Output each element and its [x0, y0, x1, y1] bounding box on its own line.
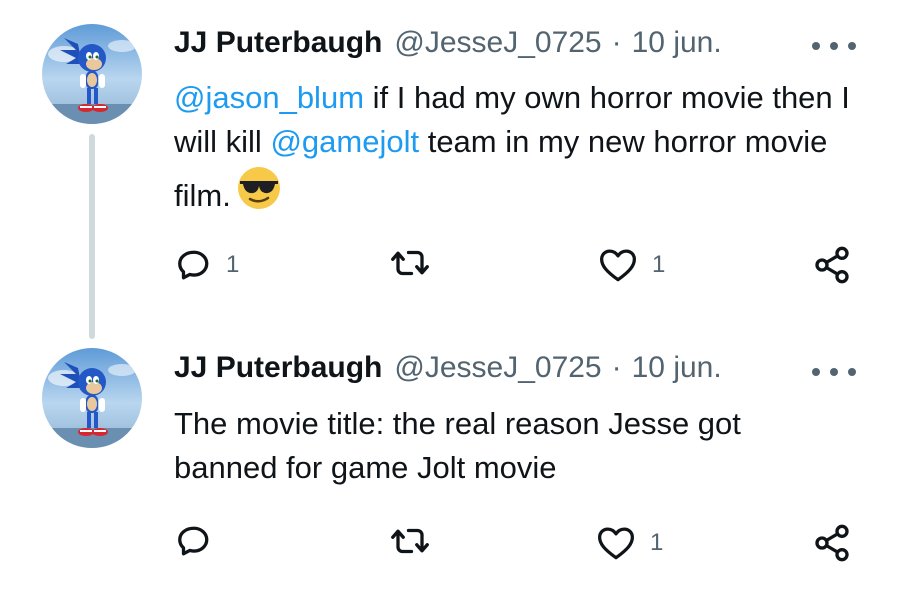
tweet-text: @jason_blum if I had my own horror movie… — [174, 76, 874, 224]
heart-icon — [600, 249, 636, 282]
reply-icon — [178, 250, 209, 280]
reply-icon — [178, 526, 209, 556]
sunglasses-emoji-icon — [235, 164, 283, 224]
heart-icon — [598, 527, 634, 560]
tweet-actions: 1 — [0, 523, 900, 563]
more-icon[interactable] — [812, 34, 856, 58]
author-handle[interactable]: @JesseJ_0725 — [394, 23, 601, 63]
retweet-button[interactable] — [390, 245, 430, 281]
like-count: 1 — [650, 529, 664, 556]
tweet-date[interactable]: 10 jun. — [632, 23, 722, 63]
reply-button[interactable]: 1 — [176, 245, 239, 285]
tweet[interactable]: JJ Puterbaugh @JesseJ_0725 · 10 jun. The… — [0, 340, 900, 589]
tweet-text: The movie title: the real reason Jesse g… — [174, 406, 741, 485]
share-button[interactable] — [812, 245, 852, 285]
separator: · — [611, 26, 622, 59]
reply-count: 1 — [226, 251, 240, 278]
author-name[interactable]: JJ Puterbaugh — [174, 23, 382, 63]
retweet-icon — [391, 250, 429, 276]
share-button[interactable] — [812, 523, 852, 563]
tweet-actions: 1 1 — [0, 245, 900, 285]
retweet-icon — [391, 528, 429, 554]
share-icon — [815, 524, 849, 562]
share-icon — [815, 246, 849, 284]
reply-button[interactable] — [176, 523, 212, 559]
avatar[interactable] — [42, 348, 142, 448]
mention-link[interactable]: @jason_blum — [174, 80, 364, 115]
mention-link[interactable]: @gamejolt — [270, 124, 419, 159]
thread-connector — [89, 134, 95, 339]
tweet[interactable]: JJ Puterbaugh @JesseJ_0725 · 10 jun. @ja… — [0, 0, 900, 340]
avatar[interactable] — [42, 24, 142, 124]
separator: · — [611, 351, 622, 384]
more-icon[interactable] — [812, 360, 856, 384]
like-count: 1 — [652, 251, 666, 278]
like-button[interactable]: 1 — [598, 245, 665, 285]
retweet-button[interactable] — [390, 523, 430, 559]
tweet-header: JJ Puterbaugh @JesseJ_0725 · 10 jun. — [174, 348, 722, 388]
author-name[interactable]: JJ Puterbaugh — [174, 348, 382, 388]
tweet-header: JJ Puterbaugh @JesseJ_0725 · 10 jun. — [174, 23, 722, 63]
author-handle[interactable]: @JesseJ_0725 — [394, 348, 601, 388]
like-button[interactable]: 1 — [596, 523, 663, 563]
tweet-date[interactable]: 10 jun. — [632, 348, 722, 388]
